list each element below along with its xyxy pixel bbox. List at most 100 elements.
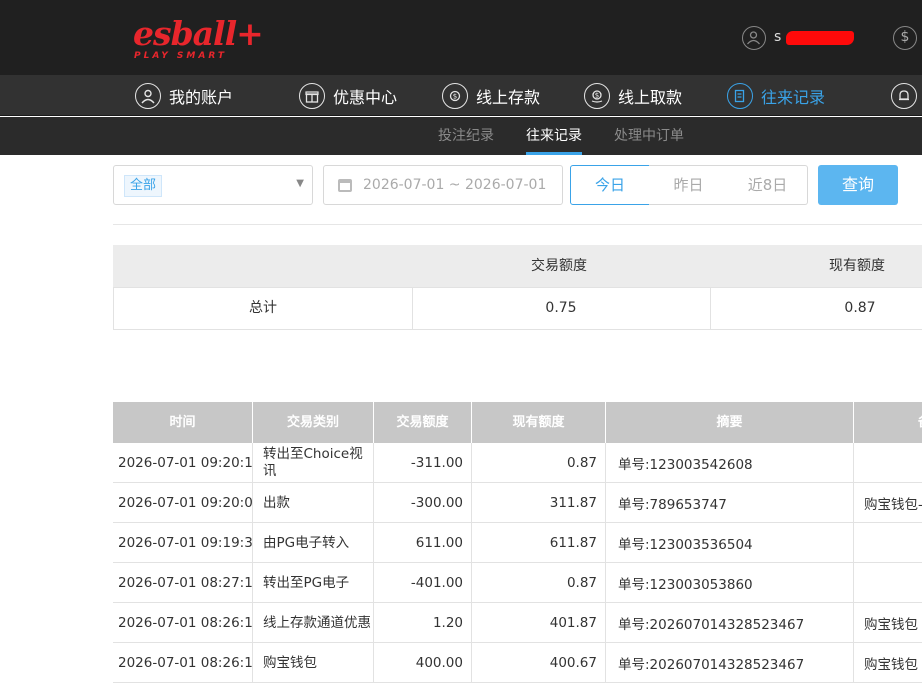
table-row: 2026-07-01 08:26:16 购宝钱包 400.00 400.67 单号:20…	[113, 643, 922, 683]
nav-item-my-account[interactable]: 我的账户	[135, 75, 233, 116]
nav-item-deposit[interactable]: $ 线上存款	[442, 75, 540, 116]
cell-time: 2026-07-01 09:20:04	[113, 483, 253, 523]
sub-nav: 投注纪录 往来记录 处理中订单	[0, 117, 922, 155]
cell-type: 线上存款通道优惠	[253, 603, 374, 643]
username[interactable]: s	[774, 29, 781, 45]
date-range-value: 2026-07-01 ~ 2026-07-01	[363, 177, 547, 193]
bell-icon	[891, 82, 917, 109]
table-row: 2026-07-01 09:20:13 转出至Choice视讯 -311.00 0.8…	[113, 443, 922, 483]
nav-label: 线上取款	[618, 87, 683, 107]
nav-item-records[interactable]: 往来记录	[727, 75, 825, 116]
cell-type: 转出至PG电子	[253, 563, 374, 603]
cell-summary: 单号:789653747	[606, 483, 854, 523]
cell-type: 转出至Choice视讯	[253, 443, 374, 483]
nav-label: 往来记录	[761, 87, 826, 107]
summary-label: 总计	[249, 300, 277, 316]
header-type: 交易类别	[253, 402, 374, 443]
user-icon	[135, 82, 161, 109]
svg-text:$: $	[453, 92, 457, 100]
header-amount: 交易额度	[374, 402, 472, 443]
summary-trade-amount: 0.75	[545, 300, 577, 316]
withdraw-icon: $	[584, 82, 610, 109]
cell-balance: 0.87	[472, 563, 606, 603]
cell-balance: 311.87	[472, 483, 606, 523]
cell-amount: -311.00	[374, 443, 472, 483]
table-row: 2026-07-01 08:27:11 转出至PG电子 -401.00 0.87 单号:…	[113, 563, 922, 603]
chevron-down-icon: ▼	[296, 178, 304, 189]
cell-balance: 0.87	[472, 443, 606, 483]
cell-balance: 400.67	[472, 643, 606, 683]
cell-note	[854, 563, 922, 603]
tab-transaction-records[interactable]: 往来记录	[526, 117, 582, 155]
esball-logo[interactable]: esball+ PLAY SMART	[133, 14, 264, 64]
user-avatar-icon[interactable]	[742, 26, 766, 50]
cell-summary: 单号:123003053860	[606, 563, 854, 603]
cell-note	[854, 523, 922, 563]
tab-bet-records[interactable]: 投注纪录	[438, 117, 494, 155]
main-nav: 我的账户 优惠中心 $ 线上存款 $ 线上取款 往来记录	[0, 75, 922, 116]
nav-item-withdraw[interactable]: $ 线上取款	[584, 75, 682, 116]
records-icon	[727, 82, 753, 109]
summary-header-trade: 交易额度	[531, 258, 587, 274]
balance-coin-icon[interactable]: $	[893, 26, 917, 50]
summary-header-balance: 现有额度	[829, 258, 885, 274]
cell-summary: 单号:123003536504	[606, 523, 854, 563]
selected-type-tag[interactable]: 全部	[124, 175, 163, 197]
nav-item-promotions[interactable]: 优惠中心	[299, 75, 397, 116]
cell-note: 购宝钱包	[864, 657, 918, 673]
cell-time: 2026-07-01 09:20:13	[113, 443, 253, 483]
summary-current-amount: 0.87	[844, 300, 876, 316]
header-note: 备注	[854, 402, 922, 443]
cell-time: 2026-07-01 08:26:16	[113, 643, 253, 683]
transactions-table: 时间 交易类别 交易额度 现有额度 摘要 备注 2026-07-01 09:20…	[113, 402, 922, 685]
cell-note: 购宝钱包-	[864, 497, 922, 513]
cell-time: 2026-07-01 08:26:16	[113, 603, 253, 643]
deposit-icon: $	[442, 82, 468, 109]
today-button[interactable]: 今日	[570, 165, 650, 205]
summary-header: 交易额度 现有额度	[113, 245, 922, 287]
divider	[113, 224, 922, 225]
cell-amount: -401.00	[374, 563, 472, 603]
summary-row: 总计 0.75 0.87	[113, 287, 922, 330]
cell-type: 购宝钱包	[253, 643, 374, 683]
cell-summary: 单号:202607014328523467	[606, 643, 854, 683]
transactions-header: 时间 交易类别 交易额度 现有额度 摘要 备注	[113, 402, 922, 443]
cell-type: 出款	[253, 483, 374, 523]
table-row: 2026-07-01 09:19:32 由PG电子转入 611.00 611.87 单号…	[113, 523, 922, 563]
cell-time: 2026-07-01 09:19:32	[113, 523, 253, 563]
cell-note	[854, 443, 922, 483]
query-button[interactable]: 查询	[818, 165, 898, 205]
tab-pending-orders[interactable]: 处理中订单	[614, 117, 684, 155]
cell-time: 2026-07-01 08:27:11	[113, 563, 253, 603]
table-row: 2026-07-01 09:20:04 出款 -300.00 311.87 单号:789…	[113, 483, 922, 523]
calendar-icon	[338, 179, 352, 192]
nav-label: 我的账户	[169, 87, 234, 107]
logo-tagline: PLAY SMART	[134, 51, 227, 61]
nav-label: 线上存款	[476, 87, 541, 107]
cell-amount: 400.00	[374, 643, 472, 683]
cell-amount: 611.00	[374, 523, 472, 563]
gift-icon	[299, 82, 325, 109]
cell-balance: 401.87	[472, 603, 606, 643]
nav-item-notifications[interactable]	[891, 75, 922, 116]
cell-summary: 单号:202607014328523467	[606, 603, 854, 643]
last-8-days-button[interactable]: 近8日	[728, 165, 808, 205]
top-bar: esball+ PLAY SMART s $	[0, 0, 922, 75]
nav-label: 优惠中心	[333, 87, 398, 107]
cell-balance: 611.87	[472, 523, 606, 563]
header-note-label: 备注	[918, 402, 922, 443]
cell-summary: 单号:123003542608	[606, 443, 854, 483]
header-summary: 摘要	[606, 402, 854, 443]
cell-type: 由PG电子转入	[253, 523, 374, 563]
svg-text:$: $	[595, 91, 599, 99]
date-range-picker[interactable]: 2026-07-01 ~ 2026-07-01	[323, 165, 563, 205]
cell-amount: -300.00	[374, 483, 472, 523]
logo-main-text: esball+	[133, 14, 264, 53]
table-row: 2026-07-01 08:26:16 线上存款通道优惠 1.20 401.87 单号:…	[113, 603, 922, 643]
transaction-type-select[interactable]: 全部 ▼	[113, 165, 313, 205]
header-balance: 现有额度	[472, 402, 606, 443]
username-redaction	[786, 31, 854, 45]
header-time: 时间	[113, 402, 253, 443]
yesterday-button[interactable]: 昨日	[649, 165, 729, 205]
cell-note: 购宝钱包	[864, 617, 918, 633]
